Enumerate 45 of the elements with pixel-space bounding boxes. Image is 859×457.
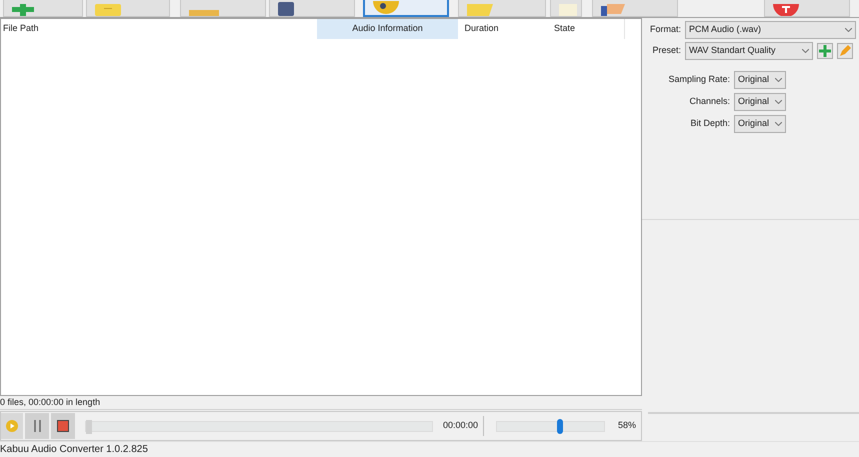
toolbar-button[interactable]	[764, 0, 850, 17]
edit-preset-button[interactable]	[837, 43, 853, 59]
folder-icon	[467, 4, 493, 16]
volume-track[interactable]	[496, 420, 606, 432]
toolbar-button[interactable]	[3, 0, 83, 17]
option-label: Channels:	[688, 95, 730, 108]
stop-icon	[57, 420, 69, 432]
bin-icon	[278, 2, 294, 16]
hand-icon	[601, 4, 627, 16]
volume-thumb[interactable]	[556, 418, 563, 434]
option-label: Sampling Rate:	[667, 73, 730, 86]
option-dropdown[interactable]: Original	[734, 71, 786, 89]
status-text: Kabuu Audio Converter 1.0.2.825	[0, 443, 148, 457]
chevron-icon	[775, 100, 782, 104]
summary-text: 0 files, 00:00:00 in length	[0, 396, 100, 409]
column-header[interactable]: Audio Information	[317, 19, 458, 39]
preset-label: Preset:	[651, 44, 681, 58]
chevron-icon	[845, 28, 852, 32]
folder-icon	[95, 4, 121, 16]
plus-icon	[12, 4, 34, 16]
volume-reading: 58%	[618, 419, 636, 432]
note-icon	[559, 4, 577, 16]
box-icon	[189, 10, 219, 16]
format-dropdown[interactable]: PCM Audio (.wav)	[685, 21, 856, 39]
pause-button[interactable]	[25, 413, 49, 439]
chevron-icon	[802, 49, 809, 53]
play-icon	[6, 420, 18, 432]
time-text: 00:00:00	[443, 419, 478, 432]
add-preset-button[interactable]	[817, 43, 833, 59]
format-label: Format:	[648, 23, 681, 36]
option-dropdown[interactable]: Original	[734, 115, 786, 133]
preset-dropdown[interactable]: WAV Standart Quality	[685, 42, 813, 60]
chevron-icon	[775, 78, 782, 82]
plus-icon	[819, 45, 831, 57]
pencil-icon	[839, 45, 851, 57]
seek-thumb[interactable]	[86, 420, 92, 434]
toolbar-button[interactable]	[592, 0, 678, 17]
seek-track[interactable]	[85, 420, 433, 432]
toolbar-button[interactable]	[363, 0, 449, 17]
option-dropdown[interactable]: Original	[734, 93, 786, 111]
toolbar-button[interactable]	[269, 0, 355, 17]
stop-button[interactable]	[51, 413, 75, 439]
option-label: Bit Depth:	[689, 117, 730, 130]
chevron-icon	[775, 122, 782, 126]
pause-icon	[34, 420, 40, 432]
